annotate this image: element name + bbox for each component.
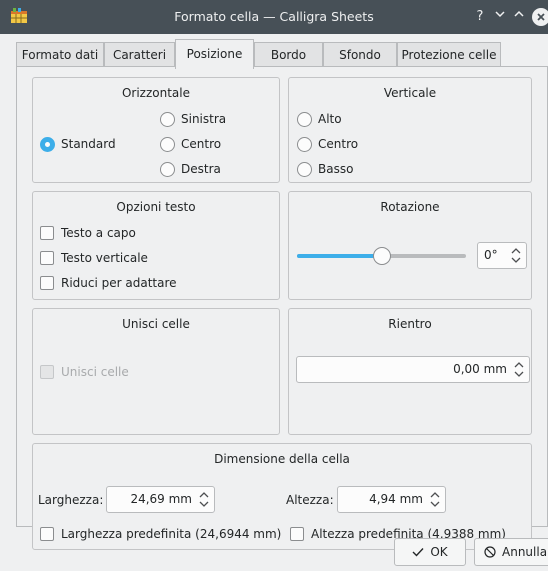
radio-centro-vertical-indicator[interactable] — [297, 136, 312, 152]
close-button[interactable] — [532, 8, 548, 26]
checkbox-testo-a-capo-box[interactable] — [40, 226, 54, 240]
tab-protezione-celle[interactable]: Protezione celle — [397, 42, 501, 68]
radio-sinistra-indicator[interactable] — [160, 111, 175, 127]
window-title: Formato cella — Calligra Sheets — [174, 9, 374, 24]
checkbox-default-height-box[interactable] — [290, 527, 304, 541]
rotation-slider-fill — [297, 254, 382, 258]
radio-centro-horizontal-label: Centro — [181, 137, 222, 151]
radio-standard-label: Standard — [61, 137, 116, 151]
radio-destra[interactable]: Destra — [160, 160, 221, 178]
cancel-icon — [484, 546, 496, 558]
text-options-group: Opzioni testo Testo a capo Testo vertica… — [32, 191, 280, 300]
title-bar: Formato cella — Calligra Sheets ? — [0, 0, 548, 34]
checkbox-riduci-per-adattare-box[interactable] — [40, 276, 54, 290]
ok-button-label: OK — [430, 545, 448, 559]
radio-standard[interactable]: Standard — [40, 135, 116, 153]
tab-caratteri[interactable]: Caratteri — [104, 42, 175, 68]
tab-formato-dati[interactable]: Formato dati — [16, 42, 104, 68]
radio-standard-indicator[interactable] — [40, 136, 55, 152]
tab-bordo[interactable]: Bordo — [254, 42, 323, 68]
help-button[interactable]: ? — [470, 7, 490, 27]
checkbox-riduci-per-adattare-label: Riduci per adattare — [61, 276, 177, 290]
height-value: 4,94 mm — [369, 492, 423, 506]
checkbox-riduci-per-adattare[interactable]: Riduci per adattare — [40, 274, 177, 292]
spin-arrows-icon[interactable] — [510, 246, 522, 265]
radio-sinistra-label: Sinistra — [181, 112, 227, 126]
checkbox-testo-verticale-label: Testo verticale — [61, 251, 148, 265]
radio-basso[interactable]: Basso — [297, 160, 353, 178]
checkmark-icon — [412, 548, 424, 557]
width-spinbox[interactable]: 24,69 mm — [106, 486, 215, 513]
spin-arrows-icon[interactable] — [429, 490, 441, 509]
chevron-up-icon — [514, 10, 524, 17]
cell-size-group: Dimensione della cella Larghezza: 24,69 … — [32, 443, 532, 550]
maximize-button[interactable] — [509, 7, 529, 27]
spin-arrows-icon[interactable] — [198, 490, 210, 509]
checkbox-testo-a-capo[interactable]: Testo a capo — [40, 224, 136, 242]
close-icon — [537, 13, 545, 21]
radio-centro-vertical[interactable]: Centro — [297, 135, 358, 153]
height-spinbox[interactable]: 4,94 mm — [337, 486, 446, 513]
height-label: Altezza: — [286, 493, 334, 507]
checkbox-default-width-label: Larghezza predefinita (24,6944 mm) — [61, 527, 282, 541]
radio-basso-label: Basso — [318, 162, 354, 176]
cell-size-group-title: Dimensione della cella — [214, 452, 350, 466]
radio-centro-vertical-label: Centro — [318, 137, 359, 151]
tab-posizione[interactable]: Posizione — [175, 39, 254, 69]
radio-destra-indicator[interactable] — [160, 161, 175, 177]
width-value: 24,69 mm — [130, 492, 192, 506]
tab-sfondo[interactable]: Sfondo — [323, 42, 397, 68]
checkbox-unisci-celle-label: Unisci celle — [61, 365, 129, 379]
radio-alto-indicator[interactable] — [297, 111, 312, 127]
chevron-down-icon — [495, 11, 505, 18]
horizontal-group: Orizzontale Standard Sinistra Centro Des… — [32, 77, 280, 183]
checkbox-default-width[interactable]: Larghezza predefinita (24,6944 mm) — [40, 525, 281, 543]
checkbox-unisci-celle-box — [40, 365, 54, 379]
text-options-group-title: Opzioni testo — [116, 200, 196, 214]
radio-alto[interactable]: Alto — [297, 110, 342, 128]
indent-spinbox[interactable]: 0,00 mm — [296, 356, 530, 383]
rotation-spinbox[interactable]: 0° — [477, 242, 527, 269]
checkbox-testo-verticale[interactable]: Testo verticale — [40, 249, 148, 267]
checkbox-default-width-box[interactable] — [40, 527, 54, 541]
ok-button[interactable]: OK — [394, 538, 466, 566]
tab-panel-posizione: Orizzontale Standard Sinistra Centro Des… — [16, 66, 548, 550]
format-cell-dialog: Formato dati Caratteri Posizione Bordo S… — [0, 34, 548, 571]
merge-group: Unisci celle Unisci celle — [32, 308, 280, 435]
rotation-value: 0° — [484, 248, 498, 262]
indent-value: 0,00 mm — [453, 362, 507, 376]
minimize-button[interactable] — [490, 7, 510, 27]
cancel-button[interactable]: Annulla — [474, 538, 548, 566]
radio-centro-horizontal[interactable]: Centro — [160, 135, 221, 153]
vertical-group-title: Verticale — [383, 86, 437, 100]
width-label: Larghezza: — [38, 493, 104, 507]
rotation-group: Rotazione 0° — [288, 191, 532, 300]
checkbox-unisci-celle: Unisci celle — [40, 363, 129, 381]
rotation-slider-handle[interactable] — [372, 247, 391, 265]
rotation-group-title: Rotazione — [380, 200, 440, 214]
vertical-group: Verticale Alto Centro Basso — [288, 77, 532, 183]
radio-sinistra[interactable]: Sinistra — [160, 110, 226, 128]
radio-centro-horizontal-indicator[interactable] — [160, 136, 175, 152]
checkbox-testo-a-capo-label: Testo a capo — [61, 226, 136, 240]
indent-group: Rientro 0,00 mm — [288, 308, 532, 435]
radio-basso-indicator[interactable] — [297, 161, 312, 177]
indent-group-title: Rientro — [388, 317, 432, 331]
radio-destra-label: Destra — [181, 162, 221, 176]
horizontal-group-title: Orizzontale — [121, 86, 191, 100]
checkbox-testo-verticale-box[interactable] — [40, 251, 54, 265]
spin-arrows-icon[interactable] — [513, 360, 525, 379]
merge-group-title: Unisci celle — [122, 317, 190, 331]
cancel-button-label: Annulla — [502, 545, 548, 559]
radio-alto-label: Alto — [318, 112, 342, 126]
